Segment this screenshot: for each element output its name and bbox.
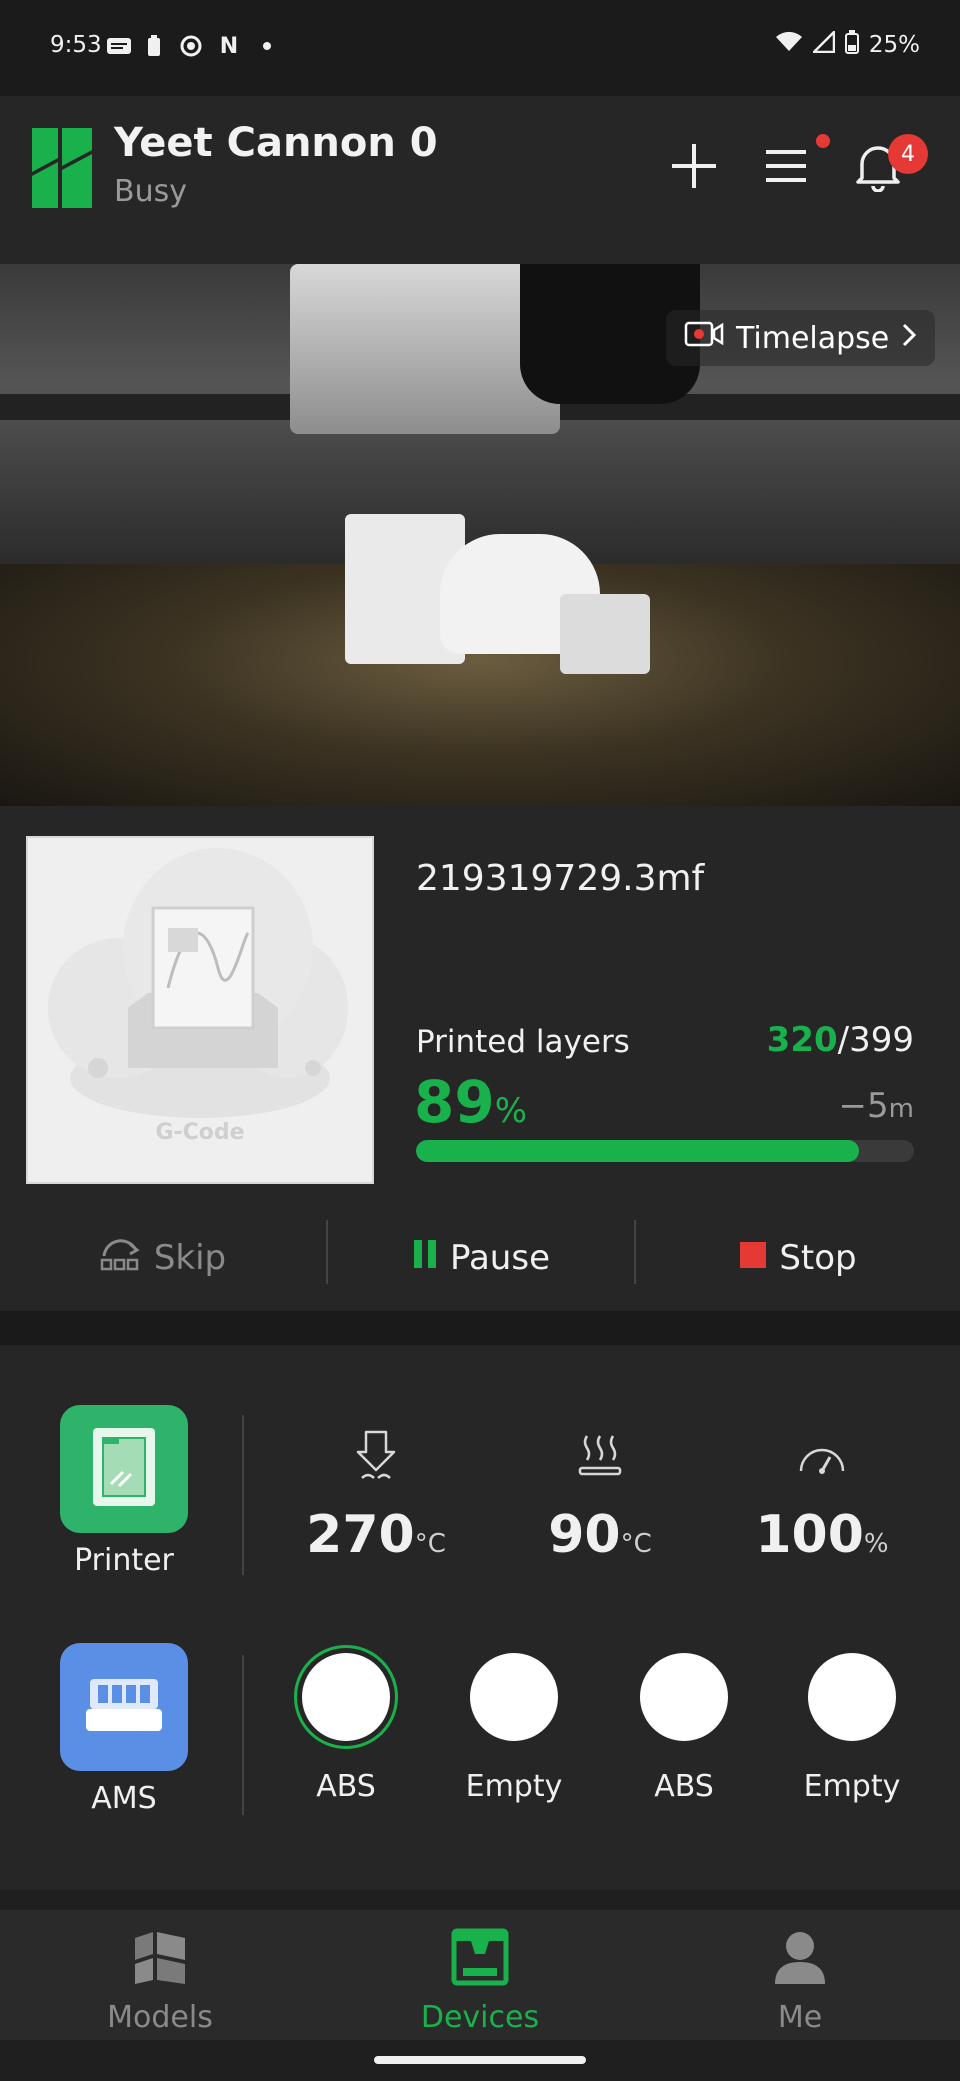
ams-slot-1-label: ABS [316,1769,376,1804]
skip-label: Skip [153,1238,227,1278]
skip-button[interactable]: Skip [0,1224,326,1292]
timelapse-button[interactable]: Timelapse [666,310,936,366]
stop-icon [739,1238,767,1278]
gcode-thumbnail: G-Code [26,836,374,1184]
netflix-icon: N [219,33,239,59]
ams-slot-4[interactable] [808,1653,896,1741]
battery-saver-icon [146,34,162,58]
remaining-value: −5 [838,1086,889,1126]
stop-label: Stop [779,1238,857,1278]
me-icon [771,1928,829,1994]
notification-app-icon [106,34,132,58]
printer-name: Yeet Cannon 0 [114,120,438,166]
bed-temperature: 90°C [500,1505,700,1565]
nav-devices[interactable]: Devices [380,1928,580,2035]
heatbed-icon [570,1427,630,1487]
speed-value: 100 [755,1505,864,1565]
bottom-navigation: Models Devices Me [0,1910,960,2040]
nozzle-temp-unit: °C [414,1529,446,1559]
print-job-card: G-Code 219319729.3mf Printed layers 320/… [0,806,960,1311]
sync-icon [178,34,204,58]
camera-print-object [560,594,650,674]
menu-badge-dot [816,134,830,148]
ams-slot-2[interactable] [470,1653,558,1741]
timelapse-label: Timelapse [736,320,890,356]
remaining-unit: m [888,1094,914,1124]
signal-icon [810,28,836,59]
printed-layers-label: Printed layers [416,1024,630,1060]
battery-icon [844,30,859,60]
ams-icon [84,1675,164,1739]
print-speed: 100% [722,1505,922,1565]
pause-label: Pause [450,1238,550,1278]
ams-slot-3[interactable] [640,1653,728,1741]
camera-feed[interactable]: Timelapse [0,264,960,806]
nav-devices-label: Devices [420,2000,540,2035]
ams-slot-2-label: Empty [465,1769,563,1804]
pause-icon [412,1238,438,1279]
bed-temp-unit: °C [620,1529,652,1559]
nav-models[interactable]: Models [60,1928,260,2035]
status-time: 9:53 [50,32,102,58]
nozzle-temperature: 270°C [276,1505,476,1565]
printer-tile[interactable] [60,1405,188,1533]
print-progress-percent: 89% [414,1068,527,1136]
progress-bar-fill [416,1140,860,1162]
nozzle-temp-value: 270 [306,1505,415,1565]
chevron-right-icon [901,321,917,356]
status-bar: 9:53 N 25% [0,0,960,96]
bed-temp-value: 90 [548,1505,621,1565]
skip-icon [100,1236,142,1281]
time-remaining: −5m [839,1086,914,1126]
menu-icon [764,146,808,190]
battery-percent: 25% [868,32,920,58]
filament-swatch [302,1653,390,1741]
layers-count: 320/399 [767,1020,914,1060]
panel-divider [242,1415,244,1575]
progress-value: 89 [414,1068,495,1136]
nav-me-label: Me [777,2000,823,2035]
ams-slot-4-label: Empty [803,1769,901,1804]
printer-icon [89,1424,159,1514]
notification-count-badge: 4 [888,134,928,174]
wifi-icon [775,31,803,59]
ams-label: AMS [91,1781,157,1816]
progress-bar [416,1140,914,1162]
ams-tile[interactable] [60,1643,188,1771]
device-panel: Printer 270°C 90°C 100% AMS ABS Empty AB… [0,1345,960,1890]
ams-slot-1[interactable] [294,1645,398,1749]
camera-icon [684,319,724,357]
printer-logo-icon [32,128,92,208]
progress-unit: % [494,1091,528,1131]
plus-icon [670,142,718,194]
section-gap [0,1311,960,1345]
gcode-label: G-Code [155,1120,245,1145]
speed-unit: % [863,1529,889,1559]
panel-divider [242,1655,244,1815]
print-filename: 219319729.3mf [416,858,705,899]
add-button[interactable] [664,138,724,198]
printer-status: Busy [114,174,187,209]
nav-models-label: Models [107,2000,213,2035]
printer-label: Printer [74,1543,174,1578]
devices-icon [451,1928,509,1994]
models-icon [131,1928,189,1994]
status-right: 25% [775,28,920,60]
layers-current: 320 [766,1020,838,1060]
nozzle-icon [346,1427,406,1487]
ams-slot-3-label: ABS [654,1769,714,1804]
menu-button[interactable] [756,138,816,198]
stop-button[interactable]: Stop [636,1224,960,1292]
nav-me[interactable]: Me [700,1928,900,2035]
gesture-bar[interactable] [374,2056,586,2064]
speed-icon [792,1427,852,1487]
layers-total: /399 [837,1020,914,1060]
app-header: Yeet Cannon 0 Busy 4 [0,96,960,264]
more-notifications-dot-icon [260,34,274,58]
pause-button[interactable]: Pause [328,1224,634,1292]
